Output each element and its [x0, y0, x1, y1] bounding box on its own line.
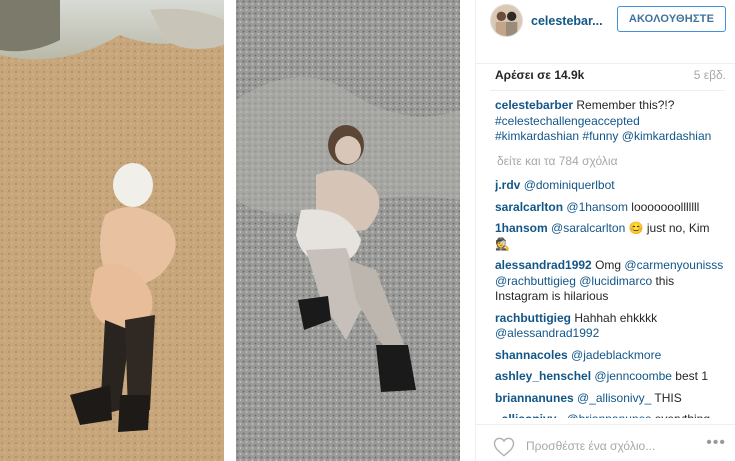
- divider: [490, 90, 725, 91]
- caption-user[interactable]: celestebarber: [495, 98, 573, 112]
- comment-text: best 1: [671, 369, 708, 383]
- comment-text: looooooolllllll: [627, 199, 700, 214]
- post-image[interactable]: [0, 0, 475, 461]
- comment-text: Hahhah ehkkkk: [574, 310, 658, 325]
- comment-mention[interactable]: @alessandrad1992: [495, 326, 599, 340]
- comment-mention[interactable]: @1hansom: [566, 200, 628, 214]
- caption-mention[interactable]: @kimkardashian: [622, 129, 712, 143]
- comment-user[interactable]: briannanunes: [495, 391, 574, 405]
- comments-list: celestebarber Remember this?!? #celestec…: [495, 98, 727, 418]
- caption-text: Remember this?!?: [576, 98, 675, 112]
- comment-user[interactable]: saralcarlton: [495, 200, 563, 214]
- comment-row: 1hansom @saralcarlton 😊 just no, Kim 🕵: [495, 221, 727, 252]
- comment-mention[interactable]: @briannanunes: [566, 412, 651, 418]
- comment-mention[interactable]: @_allisonivy_: [577, 391, 651, 405]
- avatar[interactable]: [490, 4, 523, 37]
- view-all-comments-link[interactable]: δείτε και τα 784 σχόλια: [497, 154, 727, 170]
- comment-input[interactable]: [526, 437, 686, 455]
- caption-tag[interactable]: #kimkardashian: [495, 129, 579, 143]
- caption-tag[interactable]: #celestechallengeaccepted: [495, 114, 640, 128]
- post-sidebar: celestebar... ΑΚΟΛΟΥΘΗΣΤΕ Αρέσει σε 14.9…: [475, 0, 735, 461]
- photo-left: [0, 0, 224, 461]
- post-time[interactable]: 5 εβδ.: [694, 68, 726, 82]
- more-options-icon[interactable]: •••: [706, 435, 726, 451]
- comment-mention[interactable]: @dominiquerlbot: [524, 178, 615, 192]
- comment-row: saralcarlton @1hansom looooooolllllll: [495, 200, 727, 216]
- comment-row: ashley_henschel @jenncoombe best 1: [495, 369, 727, 385]
- comment-text: everything: [651, 412, 710, 418]
- comment-mention[interactable]: @lucidimarco: [579, 274, 652, 288]
- comment-row: j.rdv @dominiquerlbot: [495, 178, 727, 194]
- likes-row: Αρέσει σε 14.9k 5 εβδ.: [476, 64, 735, 86]
- photo-right: [236, 0, 460, 461]
- comment-user[interactable]: shannacoles: [495, 348, 568, 362]
- comment-bar: •••: [476, 424, 735, 461]
- comment-text: Omg: [595, 258, 625, 272]
- comment-user[interactable]: alessandrad1992: [495, 258, 592, 272]
- post-header: celestebar... ΑΚΟΛΟΥΘΗΣΤΕ: [476, 0, 735, 64]
- comment-row: _allisonivy_ @briannanunes everything: [495, 412, 727, 418]
- heart-icon[interactable]: [493, 437, 515, 457]
- comment-user[interactable]: 1hansom: [495, 221, 548, 235]
- comment-row: rachbuttigieg Hahhah ehkkkk @alessandrad…: [495, 311, 727, 342]
- comment-user[interactable]: j.rdv: [495, 178, 520, 192]
- comment-user[interactable]: _allisonivy_: [495, 412, 563, 418]
- comment-row: briannanunes @_allisonivy_ THIS: [495, 391, 727, 407]
- username[interactable]: celestebar...: [531, 14, 603, 28]
- comment-mention[interactable]: @saralcarlton: [551, 221, 625, 235]
- follow-button[interactable]: ΑΚΟΛΟΥΘΗΣΤΕ: [617, 6, 726, 32]
- comment-mention[interactable]: @rachbuttigieg: [495, 274, 576, 288]
- comment-user[interactable]: ashley_henschel: [495, 369, 591, 383]
- comment-mention[interactable]: @carmenyounisss: [624, 258, 723, 272]
- comment-mention[interactable]: @jenncoombe: [594, 369, 672, 383]
- caption-tag[interactable]: #funny: [582, 129, 618, 143]
- likes-count[interactable]: Αρέσει σε 14.9k: [495, 68, 584, 82]
- comment-rows: j.rdv @dominiquerlbot saralcarlton @1hans…: [495, 178, 727, 418]
- comment-user[interactable]: rachbuttigieg: [495, 311, 571, 325]
- caption: celestebarber Remember this?!? #celestec…: [495, 98, 727, 145]
- comment-mention[interactable]: @jadeblackmore: [571, 348, 661, 362]
- comment-row: shannacoles @jadeblackmore: [495, 348, 727, 364]
- comment-row: alessandrad1992 Omg @carmenyounisss @rac…: [495, 258, 727, 305]
- comment-text: THIS: [651, 390, 682, 405]
